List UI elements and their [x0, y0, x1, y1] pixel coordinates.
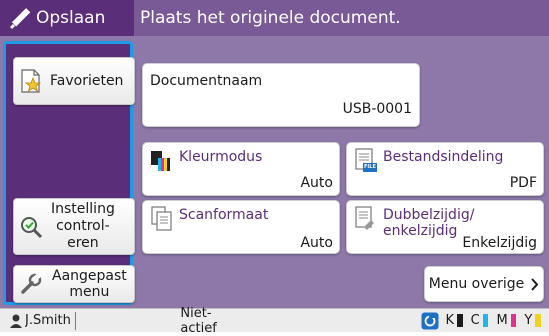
- favorites-label: Favorieten: [50, 72, 124, 89]
- duplex-label-line-2: enkelzijdig: [383, 223, 458, 239]
- document-name-button[interactable]: Documentnaam USB-0001: [142, 63, 420, 127]
- custom-menu-line-1: Aangepast: [52, 268, 127, 284]
- color-mode-button[interactable]: Kleurmodus Auto: [142, 142, 340, 196]
- check-settings-line-3: eren: [67, 235, 99, 251]
- duplex-value: Enkelzijdig: [462, 235, 537, 251]
- check-settings-line-1: Instelling: [51, 201, 115, 217]
- check-settings-label: Instelling control- eren: [51, 201, 115, 252]
- file-format-button[interactable]: FILE Bestandsindeling PDF: [346, 142, 544, 196]
- network-icon: [421, 312, 439, 330]
- file-format-label: Bestandsindeling: [383, 149, 504, 165]
- toner-label-m: M: [496, 313, 508, 328]
- scan-size-label: Scanformaat: [179, 207, 269, 223]
- machine-state: Niet-actief: [180, 305, 217, 336]
- status-bar: J.Smith Niet-actief K C M Y: [0, 306, 549, 336]
- other-menu-label: Menu overige: [428, 276, 525, 292]
- scan-size-icon: [150, 206, 174, 232]
- check-settings-line-2: control-: [56, 218, 110, 234]
- scan-size-button[interactable]: Scanformaat Auto: [142, 200, 340, 254]
- save-mode-icon: [8, 7, 30, 29]
- custom-menu-label: Aangepast menu: [52, 268, 127, 300]
- duplex-button[interactable]: Dubbelzijdig/ enkelzijdig Enkelzijdig: [346, 200, 544, 254]
- check-settings-button[interactable]: Instelling control- eren: [13, 198, 135, 255]
- status-divider: [74, 311, 77, 330]
- custom-menu-line-2: menu: [69, 284, 110, 300]
- duplex-label-line-1: Dubbelzijdig/: [383, 207, 475, 223]
- file-badge: FILE: [364, 164, 376, 170]
- mode-label: Opslaan: [36, 8, 106, 28]
- instruction-message: Plaats het originele document.: [134, 0, 549, 36]
- user-icon: [10, 314, 22, 328]
- document-name-value: USB-0001: [342, 101, 412, 117]
- favorites-button[interactable]: Favorieten: [13, 57, 135, 105]
- toner-label-y: Y: [524, 313, 533, 328]
- duplex-label: Dubbelzijdig/ enkelzijdig: [383, 207, 474, 239]
- duplex-icon: [354, 206, 378, 232]
- user-name: J.Smith: [25, 313, 71, 328]
- color-mode-label: Kleurmodus: [179, 149, 263, 165]
- wrench-icon: [20, 273, 42, 295]
- favorites-icon: [19, 68, 43, 94]
- document-name-label: Documentnaam: [150, 73, 263, 89]
- sidebar: Favorieten Instelling control- eren Aang…: [3, 41, 135, 305]
- chevron-right-icon: [530, 277, 539, 291]
- file-format-icon: [354, 148, 378, 174]
- toner-level-c: [482, 314, 489, 327]
- custom-menu-button[interactable]: Aangepast menu: [13, 265, 135, 303]
- other-menu-button[interactable]: Menu overige: [424, 266, 544, 302]
- toner-label-k: K: [445, 313, 454, 328]
- toner-level-y: [535, 314, 541, 327]
- scan-size-value: Auto: [300, 235, 333, 251]
- toner-level-m: [510, 314, 517, 327]
- file-format-value: PDF: [509, 175, 537, 191]
- color-mode-value: Auto: [300, 175, 333, 191]
- magnifier-icon: [19, 215, 43, 239]
- toner-label-c: C: [470, 313, 480, 328]
- toner-level-k: [456, 314, 463, 327]
- mode-tab[interactable]: Opslaan: [0, 0, 134, 36]
- color-mode-icon: [150, 150, 172, 172]
